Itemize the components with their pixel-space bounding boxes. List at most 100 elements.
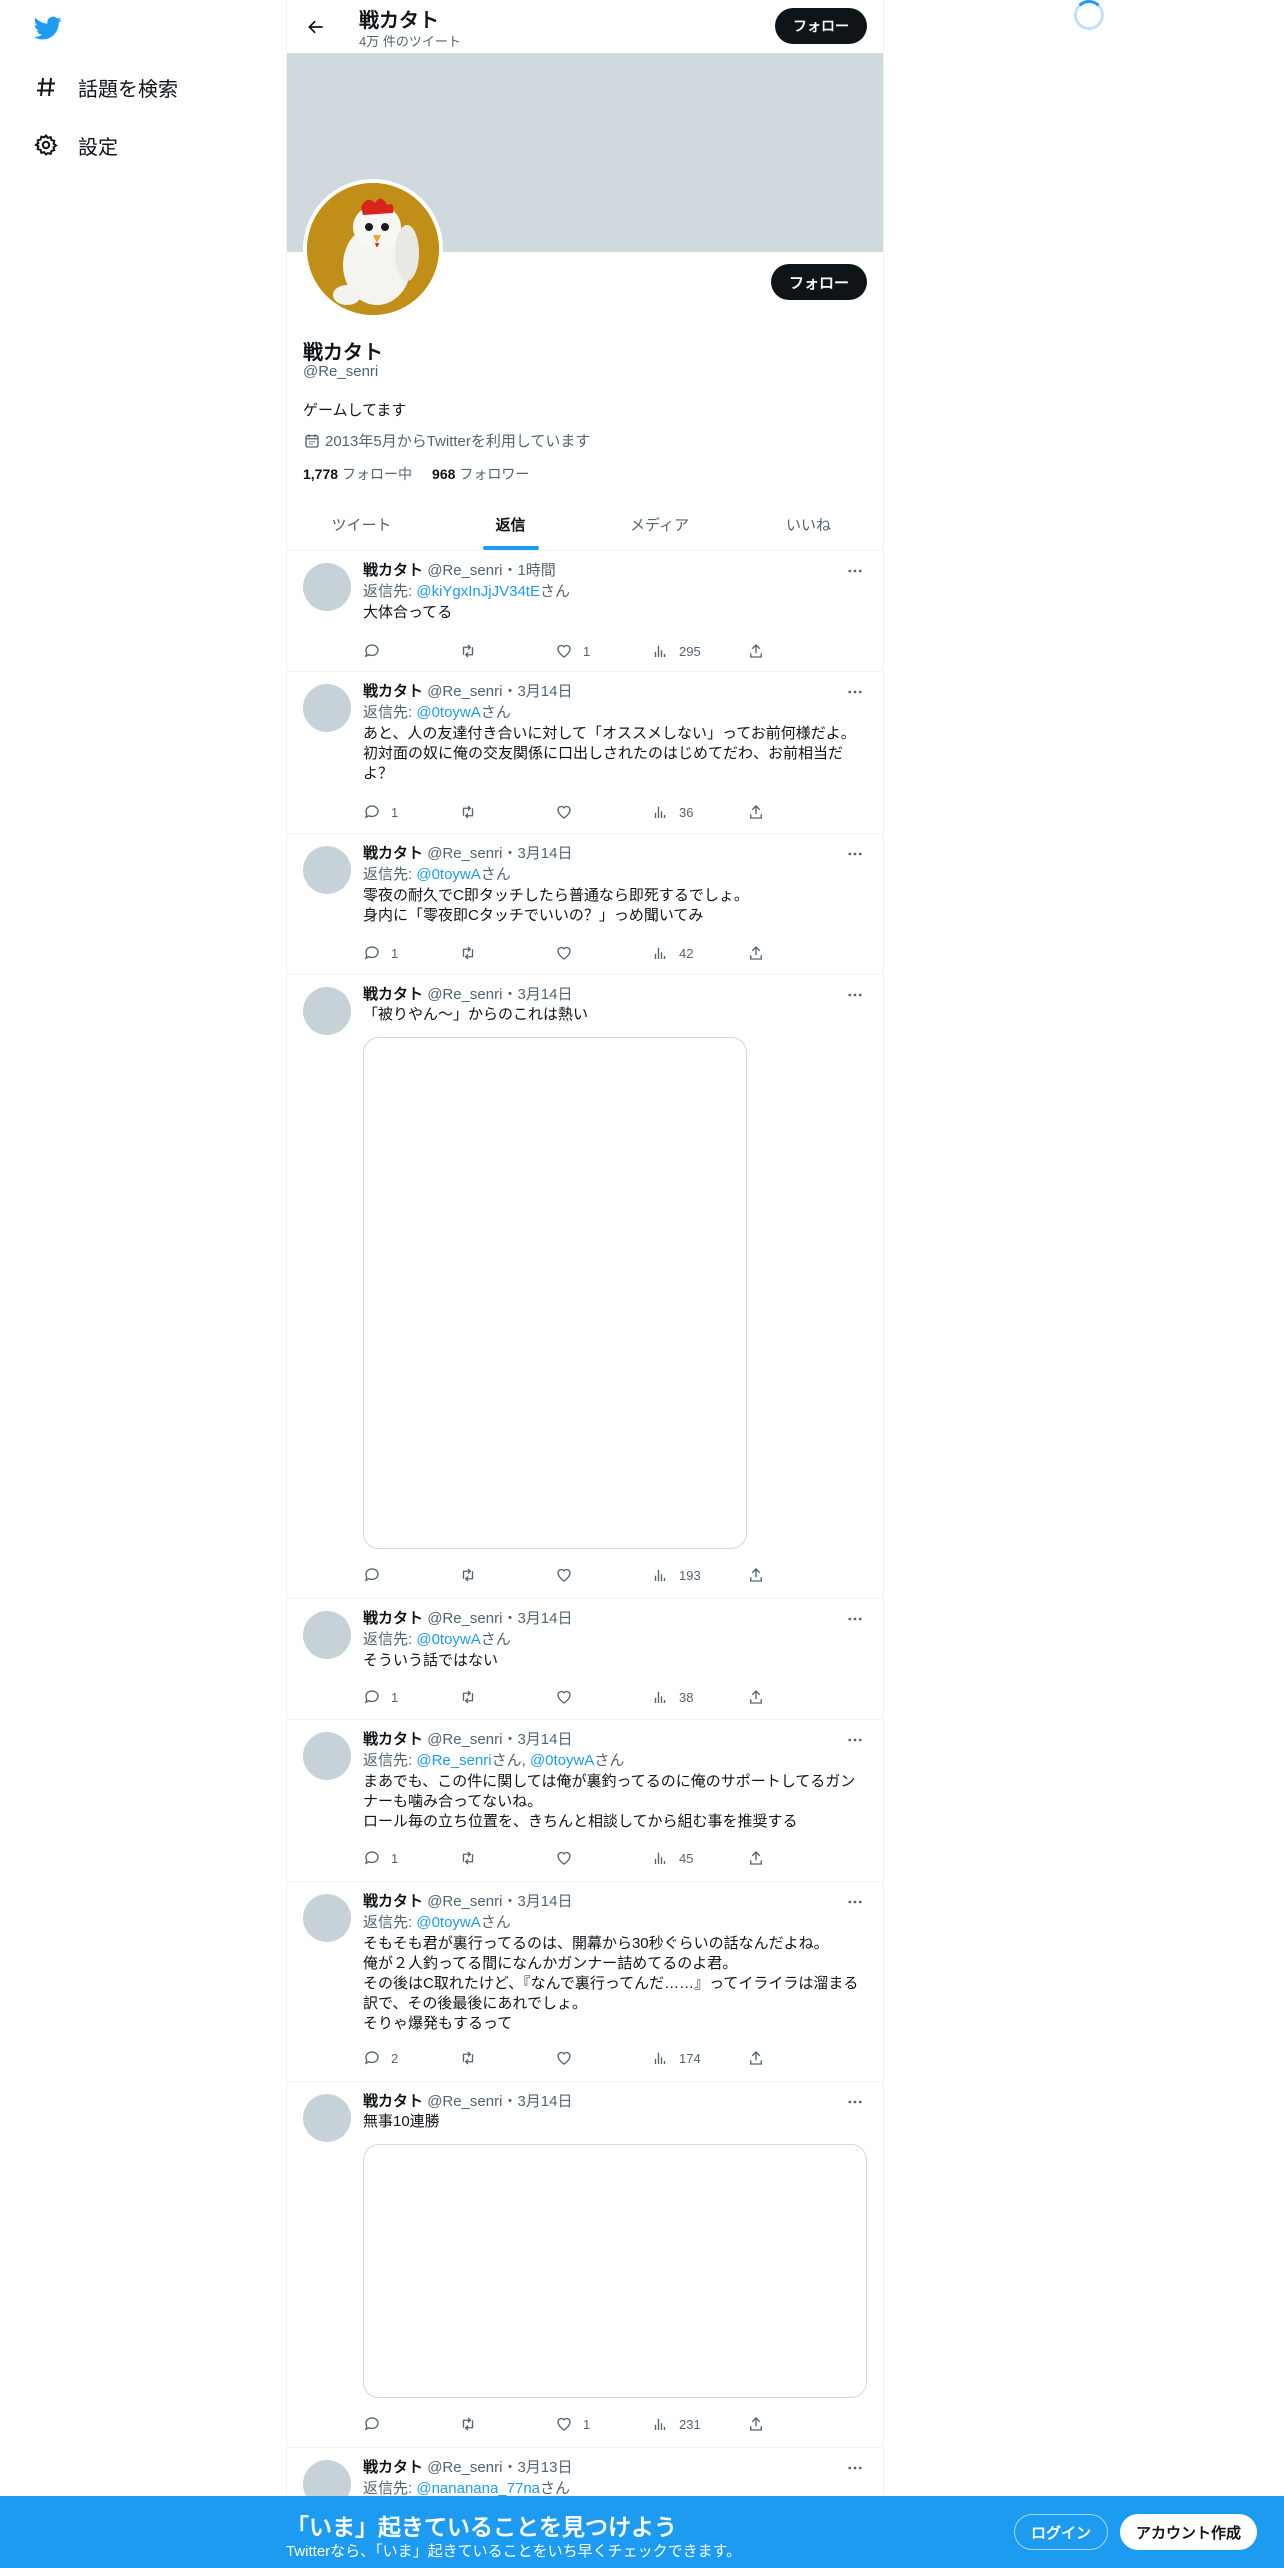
reply-button[interactable]: 1	[363, 1687, 459, 1707]
share-button[interactable]	[747, 1565, 787, 1585]
views-button[interactable]: 295	[651, 641, 747, 661]
following-link[interactable]: 1,778 フォロー中	[303, 464, 412, 484]
reply-button[interactable]	[363, 641, 459, 661]
reply-mention[interactable]: @0toywA	[416, 1914, 480, 1931]
reply-mention[interactable]: @nananana_77na	[416, 2480, 540, 2497]
tweet-media[interactable]	[363, 1037, 747, 1549]
tweet-media[interactable]	[363, 2144, 867, 2398]
login-button[interactable]: ログイン	[1014, 2514, 1109, 2550]
retweet-button[interactable]	[459, 2414, 555, 2434]
tweet-avatar[interactable]	[303, 1894, 351, 1942]
tweet[interactable]: 戦カタト @Re_senri・3月14日 無事10連勝 1 231	[287, 2082, 883, 2448]
tweet[interactable]: 戦カタト @Re_senri・3月14日 返信先: @0toywAさん 零夜の耐久で…	[287, 834, 883, 975]
tweet-author-name[interactable]: 戦カタト	[363, 2459, 423, 2476]
share-button[interactable]	[747, 2048, 787, 2068]
more-options-icon[interactable]	[843, 2092, 867, 2112]
tweet-author-name[interactable]: 戦カタト	[363, 2093, 423, 2110]
tweet-author-name[interactable]: 戦カタト	[363, 1610, 423, 1627]
like-button[interactable]	[555, 802, 651, 822]
views-button[interactable]: 36	[651, 802, 747, 822]
retweet-button[interactable]	[459, 1687, 555, 1707]
views-button[interactable]: 193	[651, 1565, 747, 1585]
like-button[interactable]	[555, 1565, 651, 1585]
reply-button[interactable]: 2	[363, 2048, 459, 2068]
create-account-button[interactable]: アカウント作成	[1120, 2514, 1258, 2550]
reply-mention[interactable]: @Re_senri	[416, 1752, 491, 1769]
tweet[interactable]: 戦カタト @Re_senri・3月14日 「被りやん〜」からのこれは熱い 193	[287, 975, 883, 1599]
tweet-text: 無事10連勝	[363, 2113, 440, 2130]
views-button[interactable]: 38	[651, 1687, 747, 1707]
reply-mention[interactable]: @0toywA	[416, 1631, 480, 1648]
tweet-author-name[interactable]: 戦カタト	[363, 683, 423, 700]
tweet-author-name[interactable]: 戦カタト	[363, 562, 423, 579]
share-button[interactable]	[747, 943, 787, 963]
retweet-button[interactable]	[459, 641, 555, 661]
tweet[interactable]: 戦カタト @Re_senri・3月14日 返信先: @0toywAさん そういう話で…	[287, 1599, 883, 1720]
more-options-icon[interactable]	[843, 682, 867, 702]
retweet-button[interactable]	[459, 1848, 555, 1868]
nav-explore[interactable]: 話題を検索	[32, 67, 178, 107]
tweet-avatar[interactable]	[303, 2094, 351, 2142]
tab-tweets[interactable]: ツイート	[287, 498, 436, 550]
tweet-author-name[interactable]: 戦カタト	[363, 1731, 423, 1748]
share-button[interactable]	[747, 641, 787, 661]
reply-button[interactable]: 1	[363, 1848, 459, 1868]
more-options-icon[interactable]	[843, 985, 867, 1005]
share-button[interactable]	[747, 802, 787, 822]
follow-button[interactable]: フォロー	[770, 264, 867, 300]
back-arrow-icon[interactable]	[301, 12, 331, 42]
header-follow-button[interactable]: フォロー	[775, 8, 867, 44]
reply-button[interactable]: 1	[363, 802, 459, 822]
tweet[interactable]: 戦カタト @Re_senri・1時間 返信先: @kiYgxInJjJV34tEさ…	[287, 551, 883, 672]
more-options-icon[interactable]	[843, 2458, 867, 2478]
views-button[interactable]: 231	[651, 2414, 747, 2434]
reply-button[interactable]: 1	[363, 943, 459, 963]
tweet-avatar[interactable]	[303, 987, 351, 1035]
reply-button[interactable]	[363, 2414, 459, 2434]
tweet-author-name[interactable]: 戦カタト	[363, 986, 423, 1003]
tweet-avatar[interactable]	[303, 846, 351, 894]
tweet[interactable]: 戦カタト @Re_senri・3月14日 返信先: @0toywAさん あと、人の友…	[287, 672, 883, 834]
tweet-author-name[interactable]: 戦カタト	[363, 1893, 423, 1910]
more-options-icon[interactable]	[843, 1609, 867, 1629]
retweet-button[interactable]	[459, 1565, 555, 1585]
tweet[interactable]: 戦カタト @Re_senri・3月14日 返信先: @Re_senriさん, @0…	[287, 1720, 883, 1882]
tweet-author-name[interactable]: 戦カタト	[363, 845, 423, 862]
retweet-button[interactable]	[459, 943, 555, 963]
views-button[interactable]: 174	[651, 2048, 747, 2068]
like-button[interactable]	[555, 943, 651, 963]
share-button[interactable]	[747, 2414, 787, 2434]
tab-media[interactable]: メディア	[585, 498, 734, 550]
nav-settings[interactable]: 設定	[32, 125, 118, 165]
tab-likes[interactable]: いいね	[734, 498, 883, 550]
like-button[interactable]	[555, 2048, 651, 2068]
more-options-icon[interactable]	[843, 844, 867, 864]
tweet[interactable]: 戦カタト @Re_senri・3月14日 返信先: @0toywAさん そもそも君が…	[287, 1882, 883, 2082]
like-button[interactable]: 1	[555, 641, 651, 661]
share-button[interactable]	[747, 1848, 787, 1868]
profile-avatar[interactable]	[303, 179, 443, 319]
reply-mention[interactable]: @0toywA	[416, 704, 480, 721]
like-button[interactable]	[555, 1687, 651, 1707]
like-button[interactable]	[555, 1848, 651, 1868]
reply-mention[interactable]: @0toywA	[530, 1752, 594, 1769]
tweet-avatar[interactable]	[303, 1732, 351, 1780]
views-button[interactable]: 42	[651, 943, 747, 963]
views-button[interactable]: 45	[651, 1848, 747, 1868]
twitter-logo-icon[interactable]	[32, 14, 64, 42]
like-button[interactable]: 1	[555, 2414, 651, 2434]
more-options-icon[interactable]	[843, 561, 867, 581]
more-options-icon[interactable]	[843, 1730, 867, 1750]
tweet-avatar[interactable]	[303, 684, 351, 732]
more-options-icon[interactable]	[843, 1892, 867, 1912]
reply-button[interactable]	[363, 1565, 459, 1585]
reply-mention[interactable]: @0toywA	[416, 866, 480, 883]
tweet-avatar[interactable]	[303, 1611, 351, 1659]
retweet-button[interactable]	[459, 2048, 555, 2068]
tab-replies[interactable]: 返信	[436, 498, 585, 550]
reply-mention[interactable]: @kiYgxInJjJV34tE	[416, 583, 540, 600]
share-button[interactable]	[747, 1687, 787, 1707]
followers-link[interactable]: 968 フォロワー	[432, 464, 529, 484]
tweet-avatar[interactable]	[303, 563, 351, 611]
retweet-button[interactable]	[459, 802, 555, 822]
